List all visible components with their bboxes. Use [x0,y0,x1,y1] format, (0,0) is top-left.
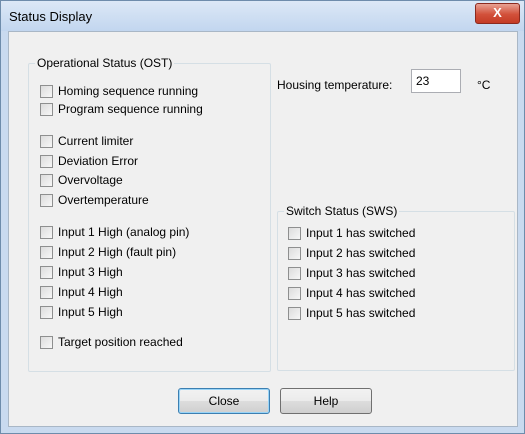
housing-temperature-label: Housing temperature: [277,78,393,92]
title-bar[interactable]: Status Display X [1,1,524,31]
input-2-switched-checkbox[interactable]: Input 2 has switched [288,245,415,261]
overvoltage-checkbox[interactable]: Overvoltage [40,172,123,188]
checkbox-box [40,102,53,116]
dialog-client-area: Operational Status (OST) Homing sequence… [8,31,518,427]
checkbox-label: Homing sequence running [58,84,199,98]
switch-status-group-label: Switch Status (SWS) [284,204,400,218]
checkbox-box [40,265,53,279]
checkbox-box [288,266,301,280]
checkbox-label: Input 4 High [58,285,123,299]
current-limiter-checkbox[interactable]: Current limiter [40,133,133,149]
input-5-switched-checkbox[interactable]: Input 5 has switched [288,305,415,321]
checkbox-label: Input 5 has switched [306,306,416,320]
homing-sequence-running-checkbox[interactable]: Homing sequence running [40,83,198,99]
checkbox-label: Input 1 has switched [306,226,416,240]
input-4-switched-checkbox[interactable]: Input 4 has switched [288,285,415,301]
operational-status-group: Operational Status (OST) Homing sequence… [28,56,271,372]
checkbox-box [40,134,53,148]
operational-status-group-label: Operational Status (OST) [35,56,175,70]
checkbox-label: Input 2 has switched [306,246,416,260]
checkbox-label: Target position reached [58,335,183,349]
checkbox-box [288,306,301,320]
input-5-high-checkbox[interactable]: Input 5 High [40,304,123,320]
checkbox-label: Deviation Error [58,154,139,168]
checkbox-label: Input 3 has switched [306,266,416,280]
target-position-reached-checkbox[interactable]: Target position reached [40,334,183,350]
checkbox-label: Input 3 High [58,265,123,279]
input-4-high-checkbox[interactable]: Input 4 High [40,284,123,300]
checkbox-box [40,245,53,259]
checkbox-label: Input 4 has switched [306,286,416,300]
checkbox-box [288,226,301,240]
checkbox-label: Input 5 High [58,305,123,319]
input-1-switched-checkbox[interactable]: Input 1 has switched [288,225,415,241]
overtemperature-checkbox[interactable]: Overtemperature [40,192,149,208]
checkbox-box [288,286,301,300]
checkbox-label: Overtemperature [58,193,149,207]
input-1-high-checkbox[interactable]: Input 1 High (analog pin) [40,224,189,240]
checkbox-box [40,285,53,299]
checkbox-box [40,305,53,319]
checkbox-label: Input 2 High (fault pin) [58,245,177,259]
checkbox-box [40,335,53,349]
close-icon: X [493,5,502,20]
checkbox-box [40,225,53,239]
temperature-unit-label: °C [477,78,491,92]
status-display-window: Status Display X Operational Status (OST… [0,0,525,434]
checkbox-box [288,246,301,260]
close-window-button[interactable]: X [475,3,520,24]
input-3-switched-checkbox[interactable]: Input 3 has switched [288,265,415,281]
checkbox-box [40,193,53,207]
checkbox-box [40,173,53,187]
input-2-high-checkbox[interactable]: Input 2 High (fault pin) [40,244,176,260]
input-3-high-checkbox[interactable]: Input 3 High [40,264,123,280]
switch-status-group: Switch Status (SWS) Input 1 has switched… [277,204,515,371]
program-sequence-running-checkbox[interactable]: Program sequence running [40,101,203,117]
deviation-error-checkbox[interactable]: Deviation Error [40,153,138,169]
checkbox-label: Current limiter [58,134,134,148]
close-button[interactable]: Close [178,388,270,414]
checkbox-box [40,154,53,168]
help-button[interactable]: Help [280,388,372,414]
checkbox-box [40,84,53,98]
checkbox-label: Input 1 High (analog pin) [58,225,190,239]
checkbox-label: Overvoltage [58,173,123,187]
window-title: Status Display [9,9,93,24]
housing-temperature-field[interactable] [411,69,461,93]
checkbox-label: Program sequence running [58,102,203,116]
